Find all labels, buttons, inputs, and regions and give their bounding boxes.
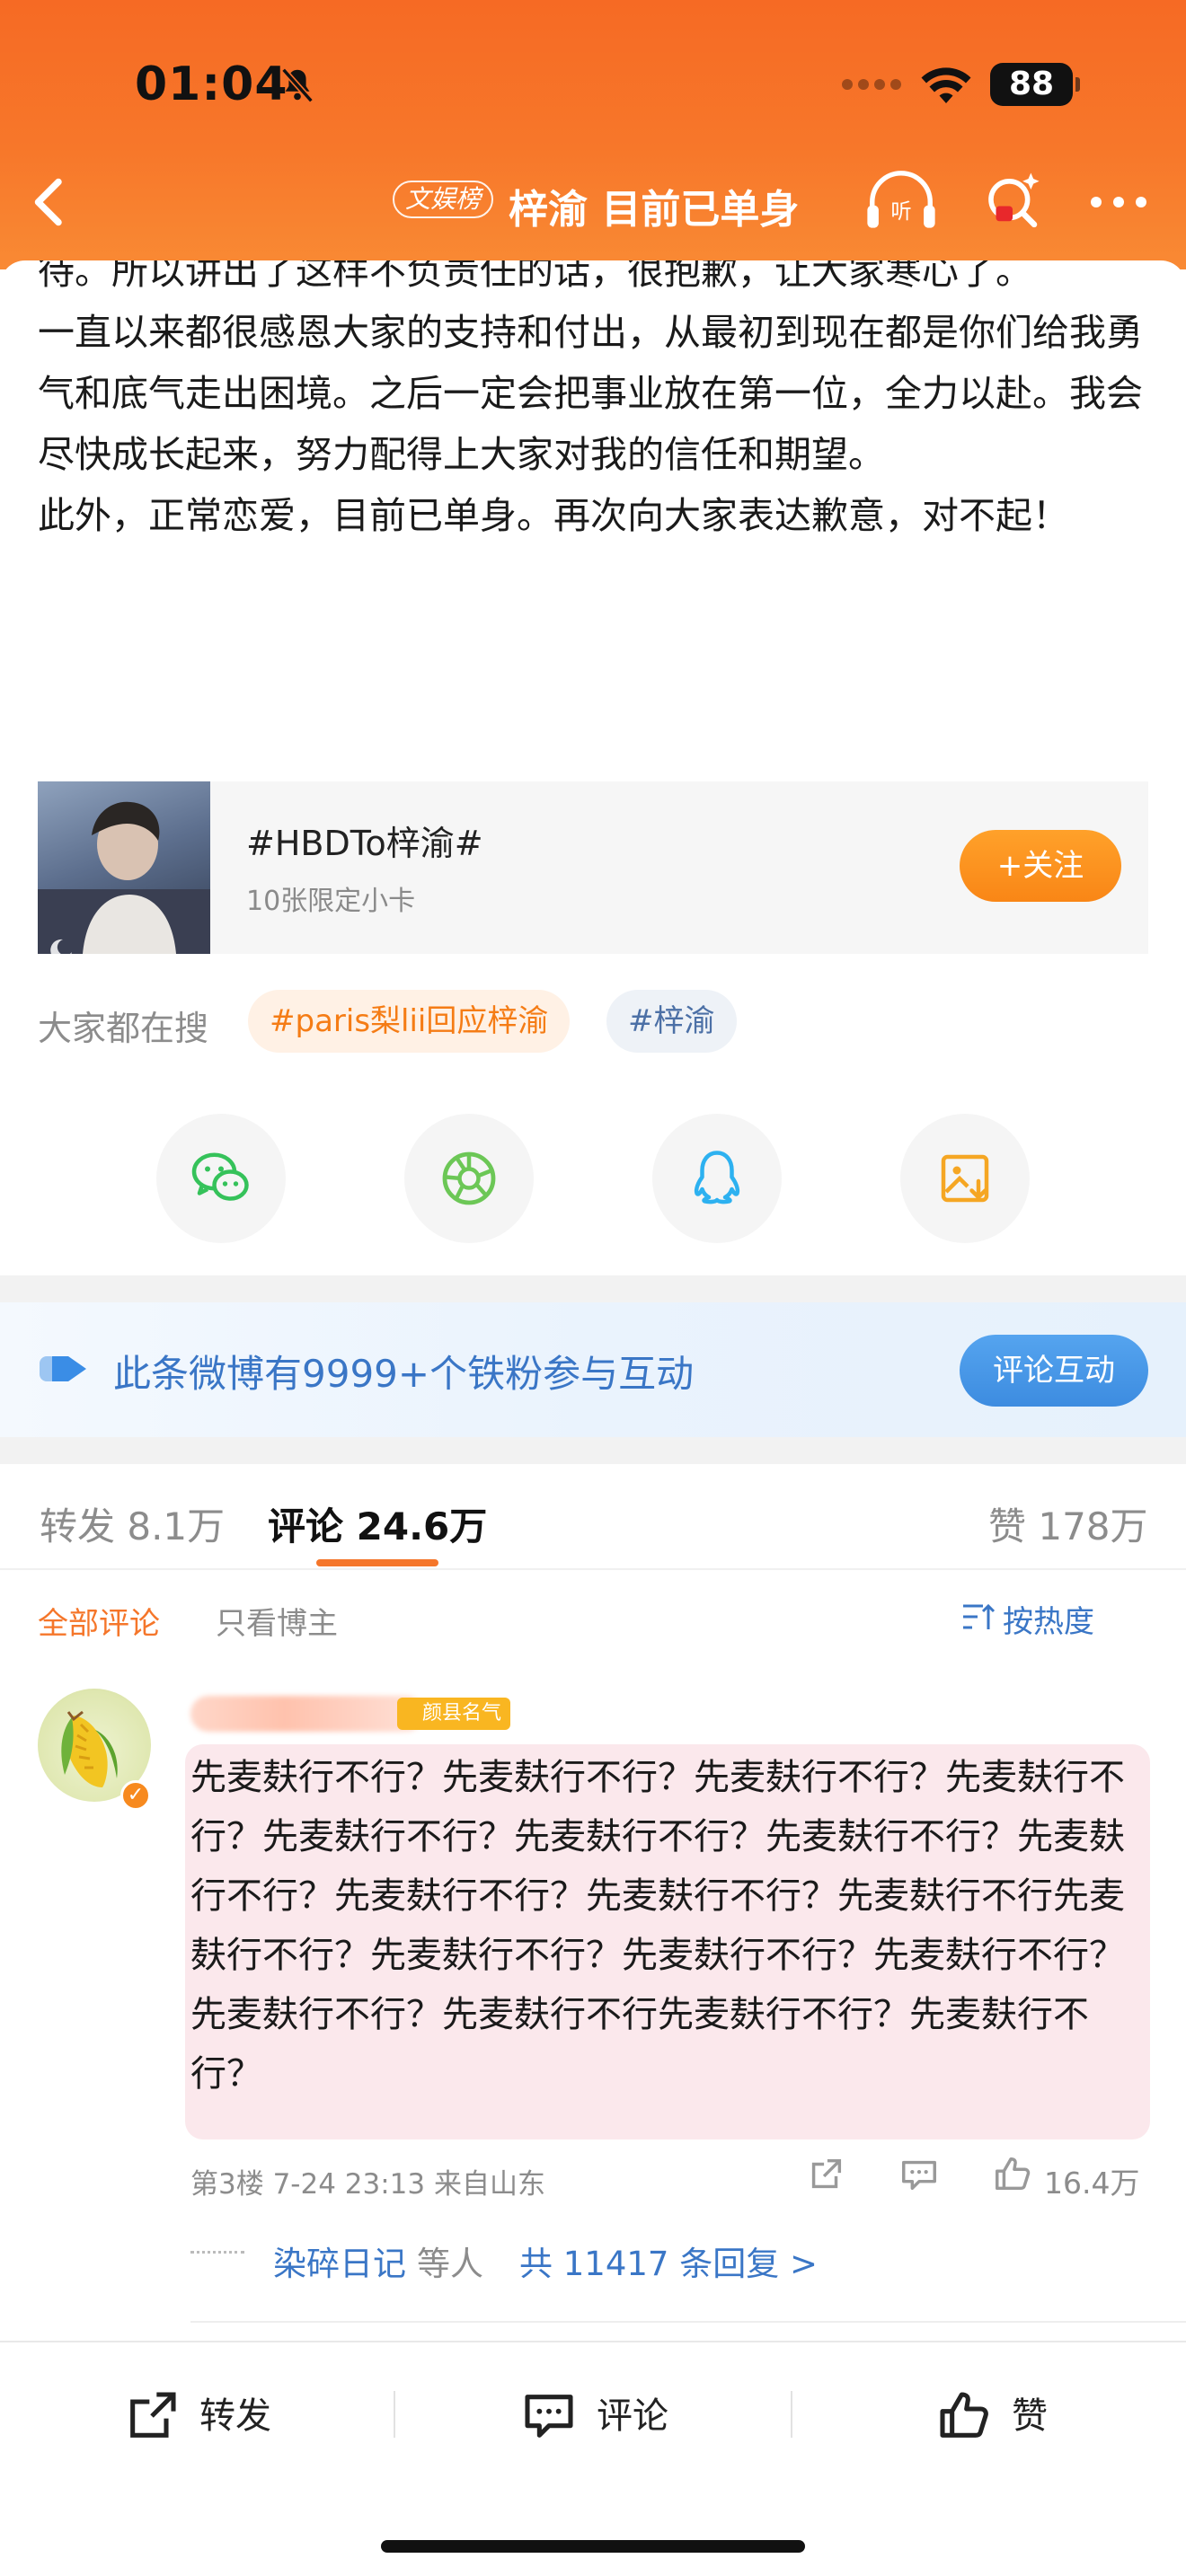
more-options-icon[interactable] — [1087, 193, 1150, 211]
home-indicator — [381, 2540, 805, 2553]
fans-interaction-banner[interactable]: 此条微博有9999+个铁粉参与互动 评论互动 — [0, 1302, 1186, 1437]
sort-by-hot-button[interactable]: 按热度 — [963, 1597, 1094, 1641]
section-divider — [0, 1437, 1186, 1464]
post-tabs: 转发 8.1万 评论 24.6万 赞 178万 — [0, 1464, 1186, 1570]
wechat-icon — [191, 1152, 249, 1201]
top-header: 01:04 88 文娱榜 梓渝 目前已单身 听 — [0, 0, 1186, 269]
listen-headphones-icon[interactable]: 听 — [863, 170, 940, 234]
share-moments-button[interactable] — [404, 1114, 534, 1243]
bar-separator — [791, 2391, 792, 2438]
back-arrow-icon[interactable] — [27, 175, 72, 229]
comment-label: 评论 — [597, 2395, 668, 2437]
wifi-icon — [921, 67, 971, 103]
section-divider — [0, 1275, 1186, 1302]
trending-tag: 文娱榜 — [393, 181, 494, 218]
portrait-image-icon — [38, 801, 210, 961]
post-body: 待。所以讲出了这样不负责任的话，很抱歉，让大家寒心了。 一直以来都很感恩大家的支… — [38, 260, 1152, 546]
topic-thumbnail — [38, 781, 210, 961]
status-time: 01:04 — [135, 57, 288, 111]
svg-text:听: 听 — [890, 199, 911, 224]
active-tab-indicator — [316, 1559, 438, 1566]
nav-bar: 文娱榜 梓渝 目前已单身 听 — [0, 166, 1186, 238]
hot-search-chip[interactable]: #paris梨lii回应梓渝 — [248, 990, 571, 1053]
reply-suffix: 等人 — [417, 2245, 483, 2283]
filter-owner-only[interactable]: 只看博主 — [216, 1599, 338, 1643]
share-wechat-button[interactable] — [156, 1114, 286, 1243]
like-icon — [940, 2392, 988, 2438]
like-label: 赞 — [1012, 2395, 1048, 2437]
comment-text: 先麦麸行不行？先麦麸行不行？先麦麸行不行？先麦麸行不行？先麦麸行不行？先麦麸行不… — [190, 1757, 1125, 2095]
filter-all-comments[interactable]: 全部评论 — [38, 1599, 160, 1643]
share-qq-button[interactable] — [652, 1114, 782, 1243]
repost-label: 转发 — [199, 2395, 271, 2437]
status-bar: 01:04 88 — [0, 54, 1186, 117]
comment-actions: 16.4万 — [805, 2154, 1150, 2201]
post-paragraph: 待。所以讲出了这样不负责任的话，很抱歉，让大家寒心了。 — [38, 260, 1032, 293]
fans-play-icon — [40, 1356, 86, 1381]
bottom-action-bar: 转发 评论 赞 — [0, 2341, 1186, 2576]
save-image-icon — [941, 1154, 989, 1203]
share-comment-icon[interactable] — [805, 2154, 846, 2195]
tab-likes[interactable]: 赞 178万 — [988, 1496, 1148, 1551]
comment-icon — [525, 2395, 573, 2438]
topic-title: #HBDTo梓渝# — [246, 824, 483, 863]
signal-icon — [842, 79, 901, 90]
replies-count-link[interactable]: 共 11417 条回复 > — [519, 2236, 818, 2285]
moments-icon — [442, 1151, 496, 1205]
hot-search-chip[interactable]: #梓渝 — [606, 990, 737, 1053]
reply-author[interactable]: 染碎日记 — [273, 2236, 406, 2285]
bar-separator — [394, 2391, 395, 2438]
comment-meta: 第3楼 7-24 23:13 来自山东 — [190, 2168, 545, 2201]
follow-button[interactable]: +关注 — [960, 830, 1121, 902]
qq-icon — [694, 1151, 740, 1204]
comment-divider — [190, 2321, 1186, 2323]
post-paragraph: 一直以来都很感恩大家的支持和付出，从最初到现在都是你们给我勇气和底气走出困境。之… — [38, 311, 1143, 476]
verified-badge: ✓ — [120, 1780, 151, 1811]
save-image-button[interactable] — [900, 1114, 1030, 1243]
comment-interact-button[interactable]: 评论互动 — [960, 1335, 1148, 1407]
battery-indicator: 88 — [990, 63, 1080, 106]
hot-search-label: 大家都在搜 — [38, 1009, 209, 1048]
repost-icon — [130, 2392, 176, 2438]
tab-comments[interactable]: 评论 24.6万 — [268, 1496, 487, 1551]
page-title: 梓渝 目前已单身 — [509, 187, 800, 233]
topic-card[interactable]: #HBDTo梓渝# 10张限定小卡 +关注 — [38, 781, 1148, 961]
bell-muted-icon — [281, 67, 314, 103]
like-comment-icon[interactable] — [990, 2154, 1035, 2195]
sort-label: 按热度 — [1003, 1604, 1094, 1640]
fans-banner-text: 此条微博有9999+个铁粉参与互动 — [113, 1352, 695, 1396]
sort-icon — [963, 1603, 996, 1629]
ai-search-icon[interactable] — [979, 166, 1046, 236]
tab-repost[interactable]: 转发 8.1万 — [40, 1496, 225, 1551]
comment-like-count: 16.4万 — [1044, 2166, 1140, 2201]
post-paragraph: 此外，正常恋爱，目前已单身。再次向大家表达歉意，对不起！ — [38, 494, 1069, 537]
replies-dots — [190, 2251, 244, 2254]
fame-badge: 颜县名气 — [397, 1698, 511, 1730]
post-detail-content: 待。所以讲出了这样不负责任的话，很抱歉，让大家寒心了。 一直以来都很感恩大家的支… — [0, 260, 1186, 2342]
share-row — [0, 1114, 1186, 1248]
comment-filter-row: 全部评论 只看博主 按热度 — [0, 1572, 1186, 1662]
comment-item: ✓ 颜县名气 先麦麸行不行？先麦麸行不行？先麦麸行不行？先麦麸行不行？先麦麸行不… — [0, 1662, 1186, 2342]
reply-comment-icon[interactable] — [898, 2154, 940, 2195]
username-blurred[interactable] — [190, 1696, 424, 1732]
topic-subtitle: 10张限定小卡 — [246, 886, 416, 917]
